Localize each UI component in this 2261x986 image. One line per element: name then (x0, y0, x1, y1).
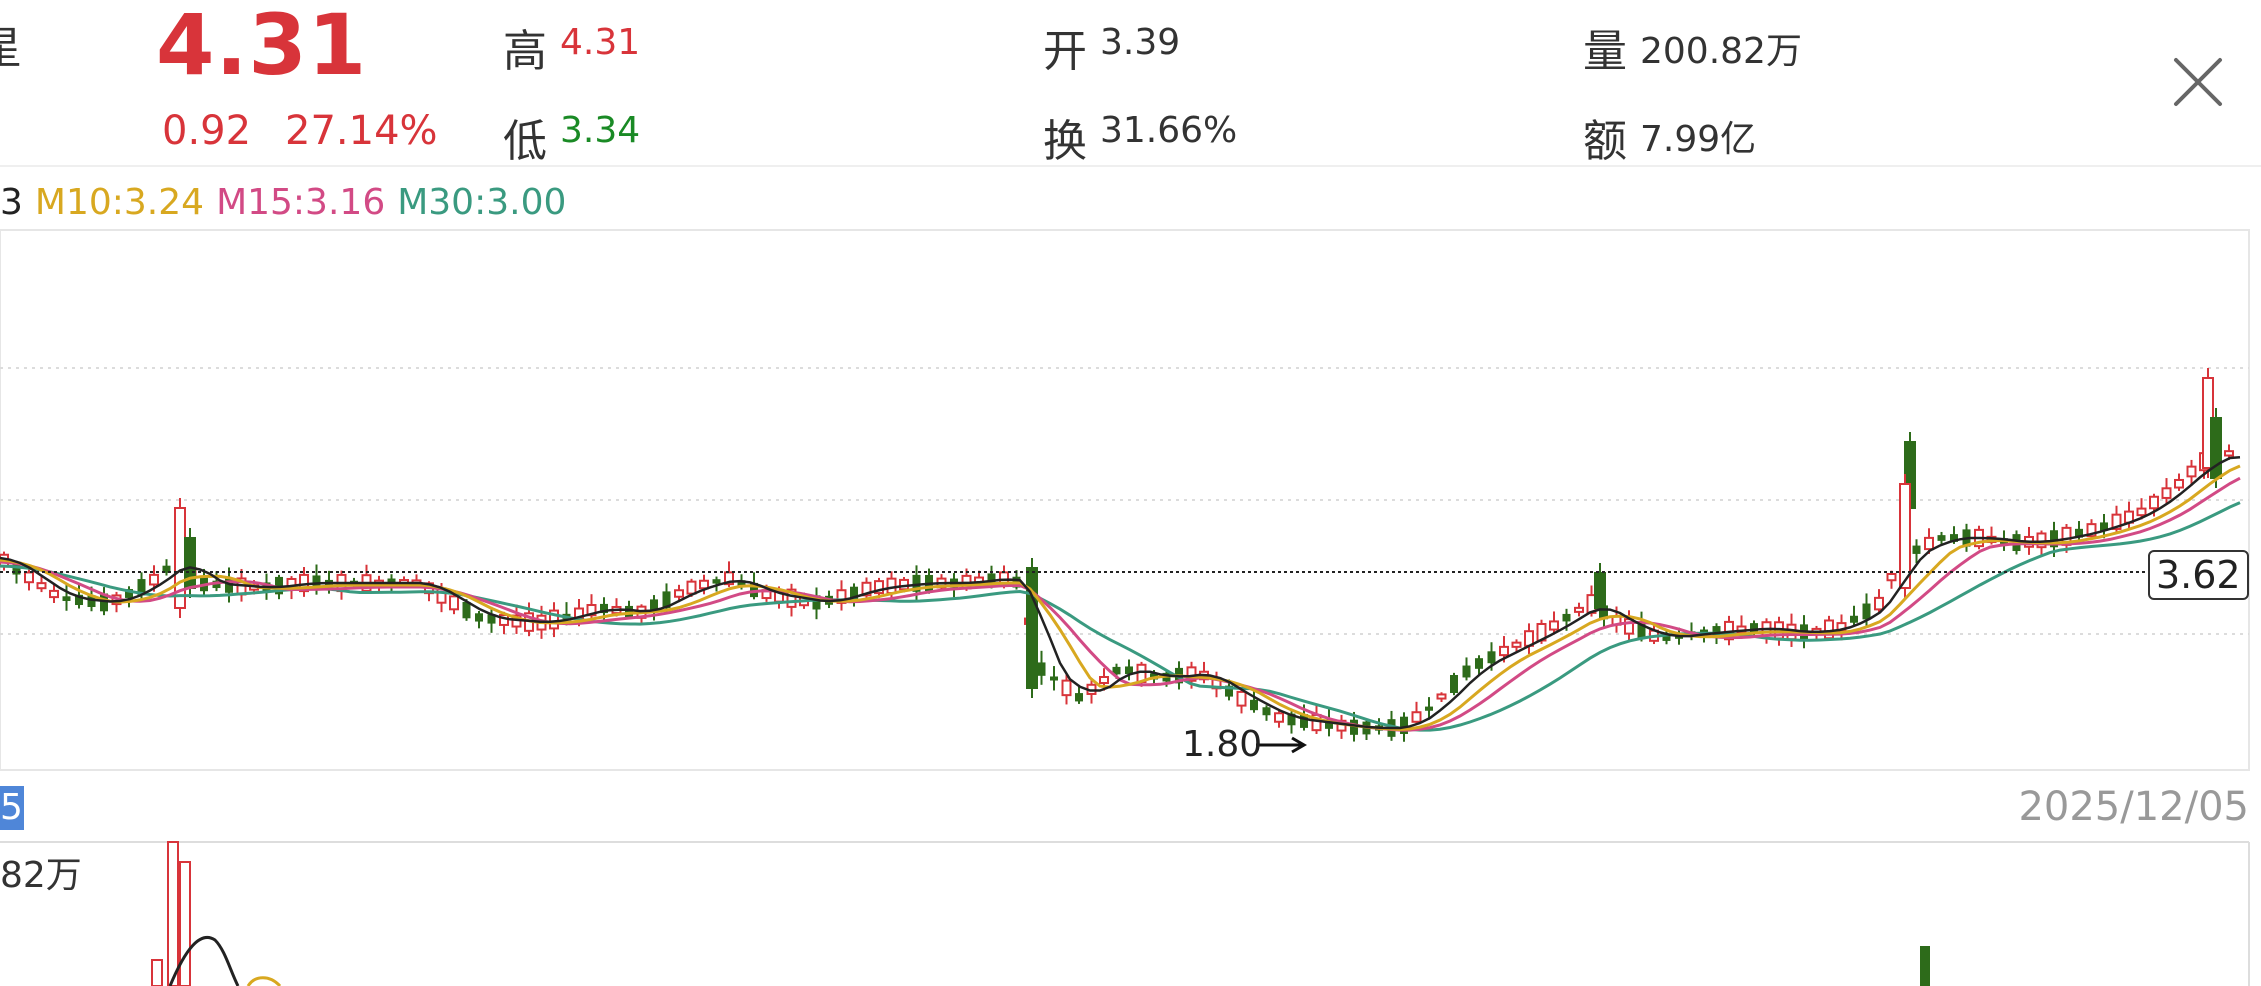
candle-body-up (2174, 478, 2184, 489)
candle-body-up (36, 582, 47, 590)
candle-body-up (1411, 711, 1422, 723)
close-icon (2174, 58, 2222, 106)
chart-date: 2025/12/05 (2018, 784, 2249, 830)
candle-body-up (1061, 679, 1072, 697)
candle-body-up (149, 573, 159, 586)
candle-body-down (1937, 535, 1946, 541)
volume-bar-up (167, 841, 179, 986)
candle-body-down (1037, 662, 1046, 676)
high-label: 高 (503, 26, 547, 77)
turnover-value: 31.66% (1100, 110, 1238, 151)
stock-name-fragment: 星 (0, 12, 22, 76)
close-button[interactable] (2168, 52, 2228, 112)
header-divider (0, 165, 2261, 167)
candle-body-down (712, 579, 721, 584)
open-value: 3.39 (1100, 22, 1181, 63)
volume-value: 200.82万 (1640, 31, 1802, 72)
candle-body-down (1862, 603, 1871, 620)
low-value: 3.34 (560, 110, 641, 151)
ma-legend: 3 M10:3.24 M15:3.16 M30:3.00 (0, 182, 578, 223)
candle-body-up (2161, 487, 2172, 499)
volume-label: 量 (1583, 26, 1627, 77)
period-tag[interactable]: 5 (0, 786, 24, 830)
candle-body-down (1487, 651, 1496, 664)
turnover-label: 换 (1043, 116, 1087, 167)
candle-body-down (475, 613, 483, 622)
candle-body-up (2136, 507, 2147, 517)
candle-body-down (1475, 658, 1483, 669)
candle-body-up (2224, 450, 2234, 457)
candle-body-down (625, 605, 633, 618)
current-price-tag: 3.62 (2148, 550, 2249, 600)
candle-body-up (449, 595, 459, 611)
candle-body-up (1549, 620, 1559, 631)
volume-ma2-line (246, 976, 282, 986)
current-price: 4.31 (156, 0, 368, 94)
candle-body-up (2186, 465, 2197, 478)
candle-body-down (1450, 675, 1458, 693)
candle-body-up (1924, 536, 1934, 551)
volume-axis-label: 82万 (0, 855, 82, 896)
candlestick-chart[interactable] (0, 228, 2261, 788)
candle-body-up (24, 571, 34, 584)
candle-body-up (1436, 693, 1447, 700)
candle-body-down (1425, 706, 1433, 711)
period-low-label: 1.80 (1182, 724, 1263, 765)
volume-bar-up (179, 861, 191, 986)
ma5-legend: 3 (0, 182, 23, 223)
candle-body-down (1462, 665, 1471, 678)
candle-body-up (674, 589, 684, 598)
ma30-legend: M30:3.00 (397, 182, 567, 223)
ma10-legend: M10:3.24 (34, 182, 205, 223)
candle-body-up (49, 589, 59, 599)
candle-body-up (1499, 645, 1509, 657)
candle-body-up (886, 577, 897, 595)
candle-body-up (1886, 573, 1897, 582)
candle-body-down (1262, 707, 1271, 716)
candle-body-up (1236, 690, 1247, 707)
candle-body-down (1026, 567, 1038, 689)
candle-body-down (1594, 572, 1606, 609)
candle-body-up (1874, 596, 1884, 611)
candle-body-up (1511, 641, 1522, 648)
quote-header: 星 4.31 0.92 27.14% 高 4.31 低 3.34 开 3.39 … (0, 0, 2261, 167)
price-change-percent: 27.14% (285, 108, 438, 154)
candle-body-up (1574, 606, 1584, 613)
open-label: 开 (1043, 26, 1087, 77)
high-value: 4.31 (560, 22, 641, 63)
candle-body-down (1075, 693, 1083, 702)
ma15-legend: M15:3.16 (216, 182, 386, 223)
amount-label: 额 (1583, 116, 1627, 167)
candle-body-down (62, 596, 71, 602)
low-label: 低 (503, 116, 547, 167)
candle-body-up (1274, 712, 1284, 723)
volume-bars (151, 841, 1930, 986)
candle-body-up (2149, 495, 2159, 510)
price-change: 0.92 (162, 108, 252, 154)
candle-body-down (1562, 613, 1571, 622)
volume-bar-up (151, 959, 163, 986)
amount-value: 7.99亿 (1640, 119, 1757, 160)
candle-body-down (1250, 699, 1258, 711)
candle-body-down (1050, 676, 1058, 681)
volume-bar-down (1920, 946, 1930, 986)
candle-body-up (1099, 675, 1109, 685)
candle-body-down (1912, 545, 1921, 554)
candle-body-down (1850, 615, 1858, 623)
candle-body-up (699, 579, 709, 590)
candle-body-up (686, 580, 697, 595)
volume-chart[interactable] (0, 840, 2261, 986)
